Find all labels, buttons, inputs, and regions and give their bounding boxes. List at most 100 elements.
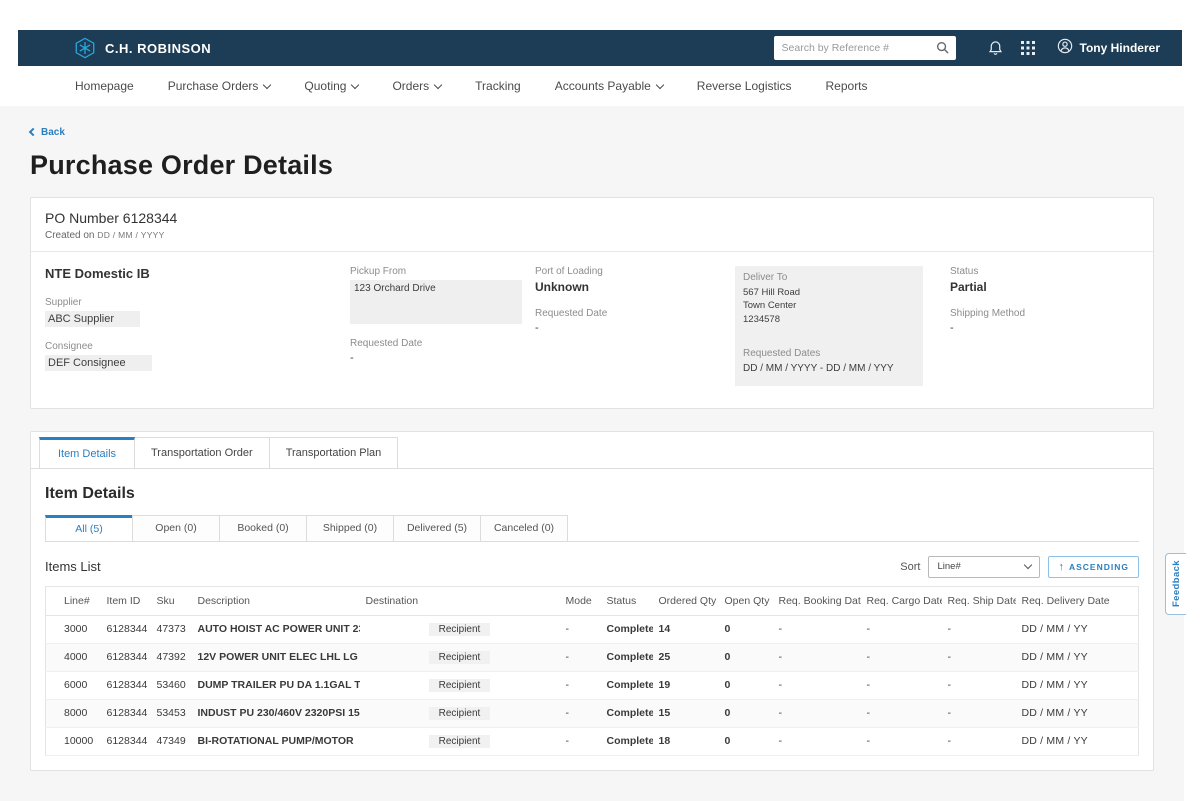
notifications-bell-icon[interactable] (988, 40, 1003, 56)
table-row[interactable]: 6000 6128344 53460 DUMP TRAILER PU DA 1.… (46, 671, 1139, 699)
po-created-on: Created on DD / MM / YYYY (45, 230, 1139, 241)
column-header[interactable]: Line# (46, 586, 101, 615)
cell-description: INDUST PU 230/460V 2320PSI 15 (192, 699, 360, 727)
requested-dates-label: Requested Dates (743, 348, 915, 359)
column-header[interactable]: Description (192, 586, 360, 615)
apps-grid-icon[interactable] (1021, 41, 1035, 55)
column-header[interactable]: Open Qty (719, 586, 773, 615)
cell-req-booking-date: - (773, 727, 861, 755)
column-header[interactable]: Req. Cargo Date (861, 586, 942, 615)
detail-tab[interactable]: Item Details (39, 437, 135, 468)
status-filter-tab[interactable]: Booked (0) (219, 515, 307, 541)
column-header[interactable]: Destination (360, 586, 560, 615)
detail-tab[interactable]: Transportation Plan (269, 437, 399, 468)
destination-value: Recipient (429, 623, 491, 636)
cell-line-number: 8000 (46, 699, 101, 727)
cell-sku: 53460 (151, 671, 192, 699)
nav-item[interactable]: Orders (392, 79, 441, 93)
cell-destination: Recipient (360, 727, 560, 755)
detail-tab-label: Item Details (58, 448, 116, 460)
cell-ordered-qty: 15 (653, 699, 719, 727)
feedback-button[interactable]: Feedback (1165, 553, 1186, 615)
cell-mode: - (560, 727, 601, 755)
nav-item-label: Accounts Payable (555, 79, 651, 93)
back-label: Back (41, 127, 65, 138)
cell-req-cargo-date: - (861, 727, 942, 755)
table-row[interactable]: 3000 6128344 47373 AUTO HOIST AC POWER U… (46, 615, 1139, 643)
destination-value: Recipient (429, 679, 491, 692)
nav-item[interactable]: Accounts Payable (555, 79, 663, 93)
search-input[interactable] (774, 36, 956, 60)
items-list-title: Items List (45, 559, 101, 574)
cell-destination: Recipient (360, 615, 560, 643)
column-header[interactable]: Status (601, 586, 653, 615)
cell-open-qty: 0 (719, 615, 773, 643)
cell-description: AUTO HOIST AC POWER UNIT 230V (192, 615, 360, 643)
user-menu[interactable]: Tony Hinderer (1057, 38, 1160, 59)
search-icon[interactable] (936, 41, 949, 59)
logo-text: C.H. ROBINSON (105, 41, 211, 56)
cell-ordered-qty: 19 (653, 671, 719, 699)
cell-item-id: 6128344 (101, 615, 151, 643)
shipping-method-label: Shipping Method (950, 308, 1139, 319)
cell-req-delivery-date: DD / MM / YY (1016, 615, 1139, 643)
status-filter-tab-label: Delivered (5) (407, 522, 467, 534)
nav-item-label: Quoting (304, 79, 346, 93)
cell-sku: 47392 (151, 643, 192, 671)
cell-open-qty: 0 (719, 699, 773, 727)
consignee-label: Consignee (45, 341, 340, 352)
cell-req-cargo-date: - (861, 615, 942, 643)
cell-req-ship-date: - (942, 671, 1016, 699)
cell-req-delivery-date: DD / MM / YY (1016, 643, 1139, 671)
status-filter-tab[interactable]: Open (0) (132, 515, 220, 541)
cell-ordered-qty: 18 (653, 727, 719, 755)
cell-open-qty: 0 (719, 671, 773, 699)
cell-mode: - (560, 643, 601, 671)
company-logo[interactable]: C.H. ROBINSON (74, 37, 211, 59)
global-search (774, 36, 956, 60)
table-row[interactable]: 4000 6128344 47392 12V POWER UNIT ELEC L… (46, 643, 1139, 671)
chevron-down-icon (351, 80, 359, 88)
column-header[interactable]: Mode (560, 586, 601, 615)
cell-status: Complete (601, 727, 653, 755)
cell-item-id: 6128344 (101, 643, 151, 671)
supplier-value: ABC Supplier (45, 311, 340, 327)
cell-req-ship-date: - (942, 615, 1016, 643)
order-type: NTE Domestic IB (45, 266, 340, 281)
nav-item[interactable]: Homepage (75, 79, 134, 93)
status-filter-tab[interactable]: Delivered (5) (393, 515, 481, 541)
cell-status: Complete (601, 699, 653, 727)
nav-item[interactable]: Reports (826, 79, 868, 93)
column-header[interactable]: Item ID (101, 586, 151, 615)
cell-req-booking-date: - (773, 615, 861, 643)
status-filter-tab[interactable]: Shipped (0) (306, 515, 394, 541)
column-header[interactable]: Req. Ship Date (942, 586, 1016, 615)
nav-item[interactable]: Tracking (475, 79, 521, 93)
status-column: Status Partial Shipping Method - (950, 266, 1139, 386)
chevron-left-icon (29, 128, 37, 136)
column-header[interactable]: Sku (151, 586, 192, 615)
sort-select[interactable]: Line# (928, 556, 1040, 578)
cell-sku: 53453 (151, 699, 192, 727)
nav-item-label: Orders (392, 79, 429, 93)
nav-item[interactable]: Quoting (304, 79, 358, 93)
nav-item[interactable]: Purchase Orders (168, 79, 271, 93)
cell-req-booking-date: - (773, 699, 861, 727)
sort-direction-button[interactable]: ↑ ASCENDING (1048, 556, 1139, 578)
detail-tab[interactable]: Transportation Order (134, 437, 270, 468)
status-filter-tab[interactable]: All (5) (45, 515, 133, 541)
back-button[interactable]: Back (30, 127, 65, 138)
table-row[interactable]: 10000 6128344 47349 BI-ROTATIONAL PUMP/M… (46, 727, 1139, 755)
column-header[interactable]: Req. Delivery Date (1016, 586, 1139, 615)
pickup-requested-date-value: - (350, 352, 525, 364)
table-row[interactable]: 8000 6128344 53453 INDUST PU 230/460V 23… (46, 699, 1139, 727)
destination-value: Recipient (429, 735, 491, 748)
pickup-from-label: Pickup From (350, 266, 525, 277)
column-header[interactable]: Req. Booking Date (773, 586, 861, 615)
cell-description: 12V POWER UNIT ELEC LHL LG RES (192, 643, 360, 671)
created-on-date: DD / MM / YYYY (97, 230, 164, 240)
nav-item[interactable]: Reverse Logistics (697, 79, 792, 93)
status-filter-tabs: All (5) Open (0) Booked (0) Shipped (0) … (45, 515, 1139, 542)
column-header[interactable]: Ordered Qty (653, 586, 719, 615)
status-filter-tab[interactable]: Canceled (0) (480, 515, 568, 541)
